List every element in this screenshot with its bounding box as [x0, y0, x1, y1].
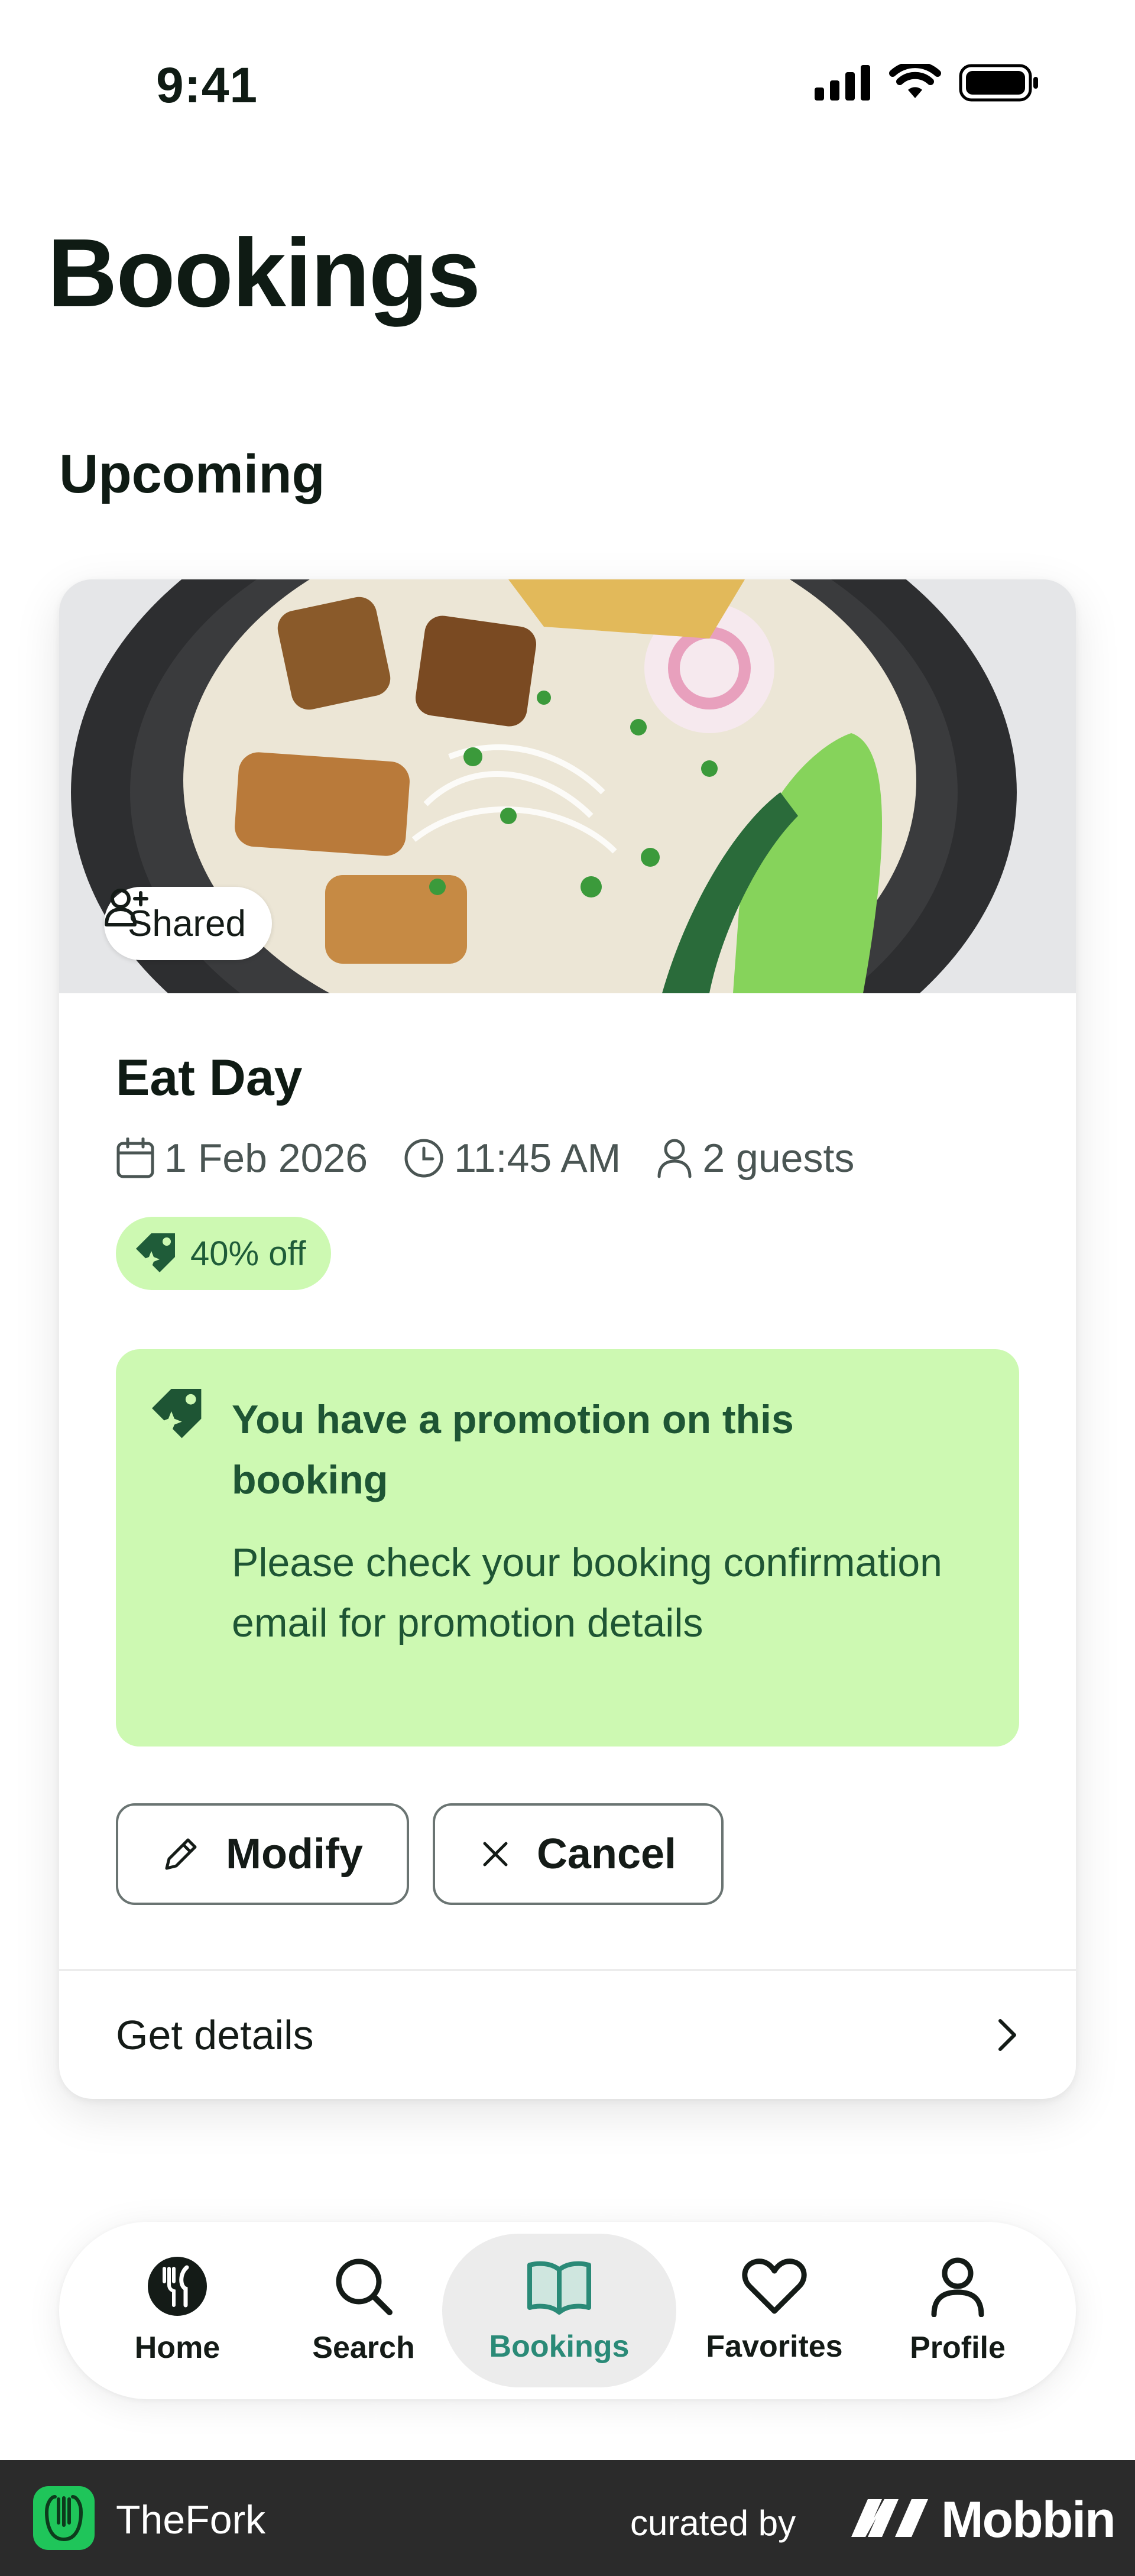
promotion-body: Please check your booking confirmation e…: [232, 1540, 942, 1645]
booking-meta: 1 Feb 2026 11:45 AM 2 guests: [116, 1135, 890, 1181]
thefork-logo-icon: [33, 2486, 95, 2550]
status-time: 9:41: [156, 57, 258, 113]
modify-label: Modify: [226, 1830, 363, 1878]
discount-badge: 40% off: [116, 1217, 331, 1290]
tab-home-label: Home: [134, 2331, 220, 2365]
tab-bookings[interactable]: Bookings: [442, 2222, 676, 2399]
pencil-icon: [165, 1838, 197, 1870]
modify-button[interactable]: Modify: [116, 1803, 409, 1905]
battery-icon: [959, 64, 1038, 102]
fork-knife-icon: [148, 2257, 207, 2316]
status-icons: [815, 64, 1039, 102]
promotion-notice: You have a promotion on this booking Ple…: [116, 1349, 1019, 1747]
tab-profile[interactable]: Profile: [875, 2222, 1040, 2399]
booking-date: 1 Feb 2026: [116, 1135, 368, 1181]
person-icon: [931, 2257, 984, 2317]
shared-badge: Shared: [104, 887, 272, 960]
close-icon: [483, 1842, 508, 1867]
calendar-icon: [116, 1138, 154, 1178]
promotion-title: You have a promotion on this booking: [232, 1397, 794, 1502]
tab-search-label: Search: [312, 2331, 415, 2365]
restaurant-name: Eat Day: [116, 1049, 303, 1106]
tab-profile-label: Profile: [910, 2331, 1006, 2365]
source-name: Mobbin: [941, 2491, 1116, 2548]
discount-text: 40% off: [190, 1234, 306, 1273]
tab-search[interactable]: Search: [278, 2222, 449, 2399]
discount-tag-icon: [136, 1233, 175, 1272]
wifi-icon: [889, 64, 941, 98]
guests-text: 2 guests: [702, 1136, 855, 1181]
cancel-label: Cancel: [536, 1830, 677, 1878]
bottom-tab-bar: Home Search Bookings Favorites Profile: [59, 2222, 1076, 2399]
signal-icon: [815, 65, 870, 101]
tab-home[interactable]: Home: [95, 2222, 260, 2399]
date-text: 1 Feb 2026: [164, 1136, 368, 1181]
app-name: TheFork: [116, 2497, 266, 2542]
mobbin-logo-icon: [851, 2499, 928, 2537]
time-text: 11:45 AM: [454, 1136, 621, 1181]
cancel-button[interactable]: Cancel: [433, 1803, 724, 1905]
search-icon: [336, 2259, 393, 2315]
booking-guests: 2 guests: [656, 1135, 854, 1181]
booking-card[interactable]: Shared Eat Day 1 Feb 2026 11:45 AM 2 gue…: [59, 579, 1076, 2099]
tab-favorites-label: Favorites: [706, 2329, 843, 2364]
get-details-row[interactable]: Get details: [59, 1971, 1076, 2099]
person-icon: [657, 1139, 692, 1178]
chevron-right-icon: [998, 2019, 1016, 2051]
book-icon: [527, 2261, 591, 2315]
page-title: Bookings: [47, 219, 481, 327]
section-title-upcoming: Upcoming: [59, 444, 325, 504]
clock-icon: [404, 1139, 443, 1178]
person-add-icon: [105, 889, 148, 926]
booking-time: 11:45 AM: [403, 1135, 621, 1181]
attribution-footer: TheFork curated by Mobbin: [0, 2460, 1135, 2576]
restaurant-photo: Shared: [59, 579, 1076, 993]
curated-by-text: curated by: [630, 2503, 796, 2543]
tab-favorites[interactable]: Favorites: [686, 2222, 863, 2399]
tab-bookings-label: Bookings: [489, 2329, 630, 2364]
promotion-tag-icon: [152, 1389, 202, 1438]
get-details-label: Get details: [116, 2012, 314, 2058]
heart-icon: [742, 2259, 807, 2314]
